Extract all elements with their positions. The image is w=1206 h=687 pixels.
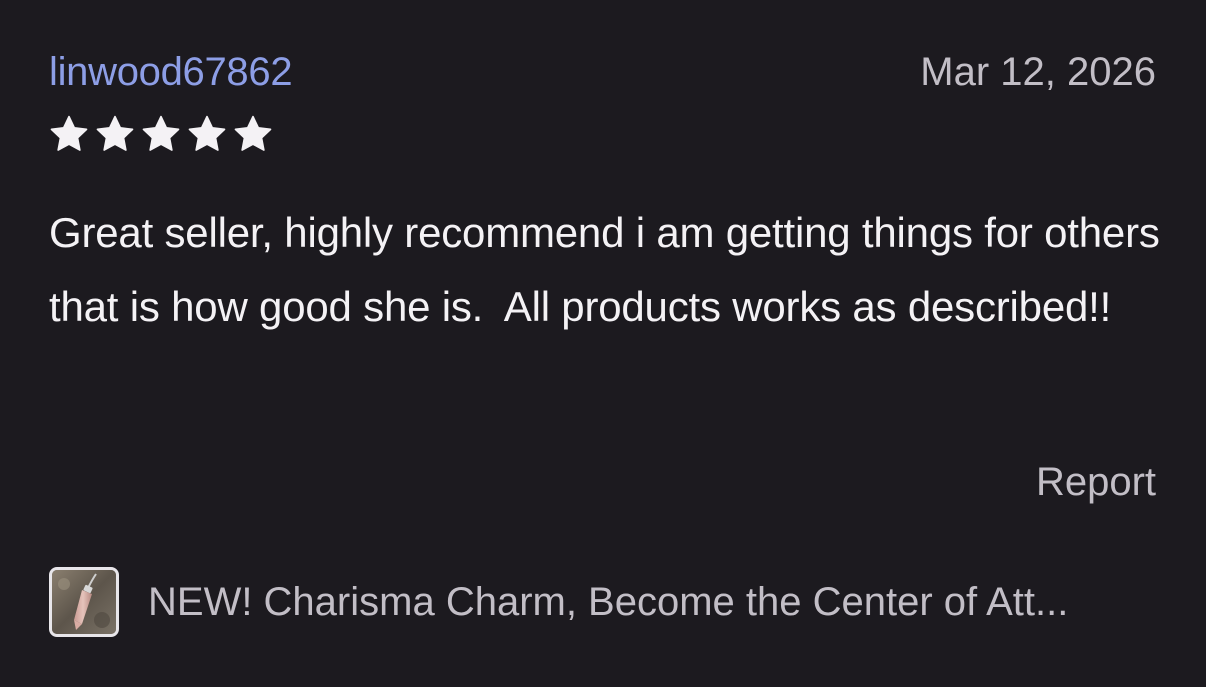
product-thumbnail[interactable] <box>49 567 119 637</box>
review-date: Mar 12, 2026 <box>920 50 1156 94</box>
star-icon <box>96 115 134 151</box>
star-icon <box>142 115 180 151</box>
review-text: Great seller, highly recommend i am gett… <box>49 209 1172 330</box>
review-card: linwood67862 Mar 12, 2026 Great seller, … <box>0 0 1206 687</box>
crystal-pendant-image <box>52 570 116 634</box>
star-icon <box>50 115 88 151</box>
product-link[interactable]: NEW! Charisma Charm, Become the Center o… <box>49 566 1159 638</box>
star-icon <box>188 115 226 151</box>
reviewer-username[interactable]: linwood67862 <box>49 48 293 96</box>
star-rating <box>49 114 273 154</box>
product-title: NEW! Charisma Charm, Become the Center o… <box>148 580 1069 624</box>
report-link[interactable]: Report <box>1036 458 1156 506</box>
star-icon <box>234 115 272 151</box>
